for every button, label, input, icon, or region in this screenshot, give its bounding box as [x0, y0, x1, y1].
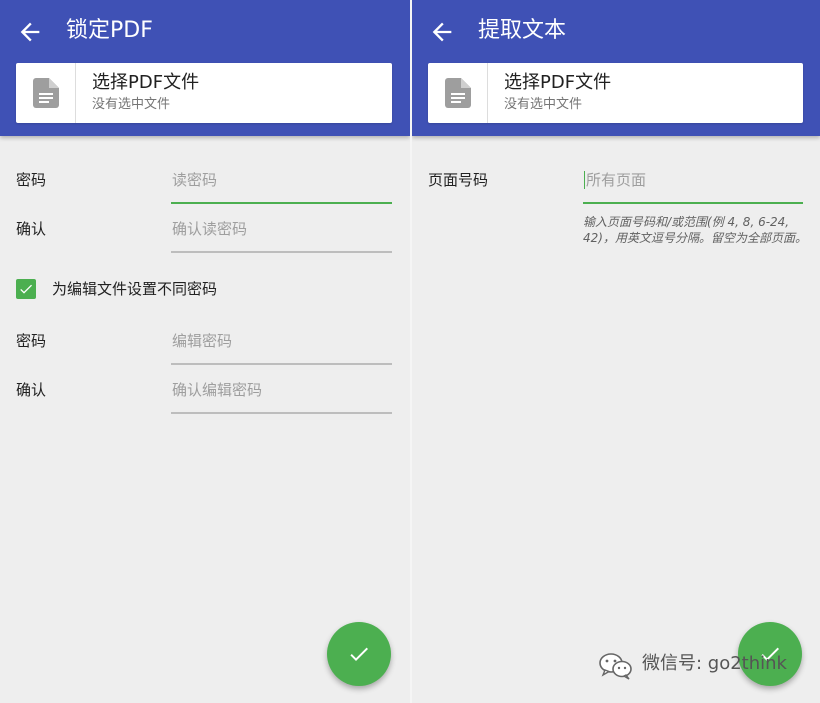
app-bar: 锁定PDF 选择PDF文件 没有选中文件: [0, 0, 410, 136]
app-bar: 提取文本 选择PDF文件 没有选中文件: [412, 0, 820, 136]
lock-pdf-screen: 锁定PDF 选择PDF文件 没有选中文件 密码 确认 为编辑文件设置不同密码 密…: [0, 0, 410, 703]
different-edit-password-label: 为编辑文件设置不同密码: [52, 280, 218, 298]
read-password-underline: [171, 202, 392, 204]
edit-password-field[interactable]: [171, 321, 392, 365]
file-document-icon: [428, 63, 488, 123]
edit-confirm-label: 确认: [16, 381, 47, 399]
check-icon: [350, 647, 368, 661]
edit-password-underline: [171, 363, 392, 365]
confirm-fab[interactable]: [327, 622, 391, 686]
page-numbers-underline: [583, 202, 803, 204]
text-cursor: [584, 171, 585, 189]
file-document-icon: [16, 63, 76, 123]
page-title: 提取文本: [478, 18, 567, 43]
read-confirm-label: 确认: [16, 220, 47, 238]
select-pdf-card[interactable]: 选择PDF文件 没有选中文件: [16, 63, 392, 123]
read-password-label: 密码: [16, 171, 47, 189]
checkbox-checked[interactable]: [16, 279, 36, 299]
edit-confirm-field[interactable]: [171, 370, 392, 414]
wechat-icon: [599, 653, 632, 680]
back-arrow-icon[interactable]: [428, 18, 456, 46]
edit-confirm-underline: [171, 412, 392, 414]
watermark-text: 微信号: go2think: [642, 653, 787, 674]
read-confirm-field[interactable]: [171, 209, 392, 253]
read-password-input[interactable]: [171, 160, 392, 200]
extract-text-screen: 提取文本 选择PDF文件 没有选中文件 页面号码 输入页面号码和/或范围(例 4…: [412, 0, 820, 703]
select-pdf-card[interactable]: 选择PDF文件 没有选中文件: [428, 63, 803, 123]
select-pdf-title: 选择PDF文件: [92, 72, 200, 93]
edit-confirm-input[interactable]: [171, 370, 392, 410]
read-confirm-input[interactable]: [171, 209, 392, 249]
page-numbers-field[interactable]: [583, 160, 803, 204]
read-password-field[interactable]: [171, 160, 392, 204]
read-confirm-underline: [171, 251, 392, 253]
edit-password-input[interactable]: [171, 321, 392, 361]
page-numbers-label: 页面号码: [428, 171, 489, 189]
page-numbers-hint: 输入页面号码和/或范围(例 4, 8, 6-24, 42)，用英文逗号分隔。留空…: [583, 215, 807, 245]
page-title: 锁定PDF: [66, 18, 153, 43]
edit-password-label: 密码: [16, 332, 47, 350]
page-numbers-input[interactable]: [583, 160, 803, 200]
check-icon: [20, 284, 32, 294]
back-arrow-icon[interactable]: [16, 18, 44, 46]
select-pdf-title: 选择PDF文件: [504, 72, 612, 93]
select-pdf-subtitle: 没有选中文件: [504, 97, 583, 112]
select-pdf-subtitle: 没有选中文件: [92, 97, 171, 112]
